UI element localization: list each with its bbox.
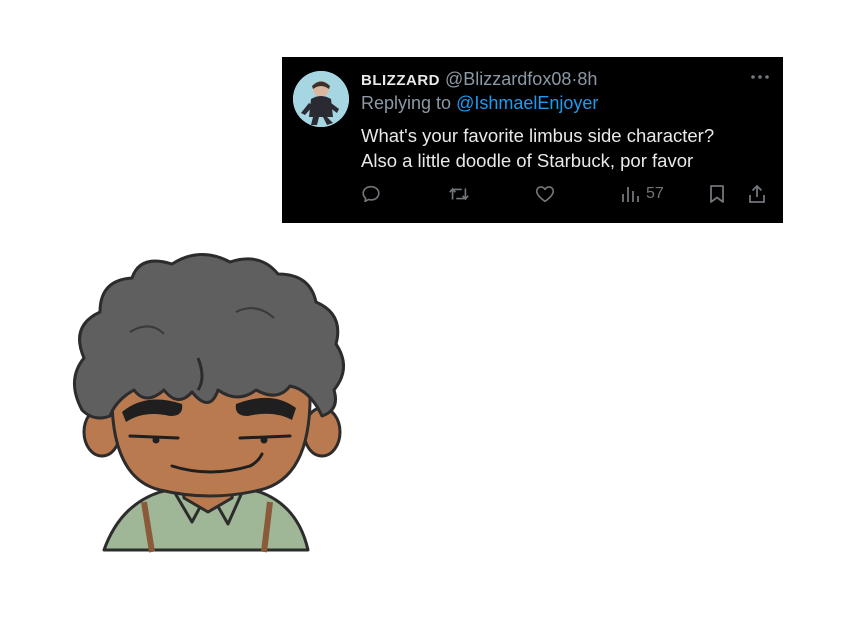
share-button[interactable] [746, 181, 768, 207]
tweet-actions: 57 [282, 181, 783, 207]
doodle-portrait-drawing [73, 252, 345, 553]
tweet-header: BLIZZARD @Blizzardfox08·8h [361, 68, 597, 92]
views-count: 57 [646, 185, 664, 202]
heart-icon [535, 186, 555, 203]
tweet-text-line-2: Also a little doodle of Starbuck, por fa… [361, 150, 694, 171]
reply-bubble-icon [362, 185, 380, 203]
replying-to-line: Replying to @IshmaelEnjoyer [361, 91, 598, 115]
retweet-button[interactable] [447, 181, 471, 207]
pupil-left [152, 436, 160, 444]
pupil-right [260, 436, 268, 444]
display-name[interactable]: BLIZZARD [361, 72, 440, 89]
reply-button[interactable] [360, 181, 382, 207]
avatar[interactable] [293, 71, 349, 127]
like-button[interactable] [534, 181, 556, 207]
views-button[interactable]: 57 [620, 181, 664, 207]
bookmark-button[interactable] [707, 181, 727, 207]
bookmark-icon [710, 185, 724, 203]
more-dots-icon[interactable] [749, 69, 771, 85]
share-upload-icon [749, 184, 765, 203]
doodle-portrait [60, 240, 360, 590]
timestamp[interactable]: 8h [577, 69, 597, 89]
views-bar-chart-icon [622, 187, 639, 202]
user-handle[interactable]: @Blizzardfox08 [445, 69, 571, 89]
tweet-text-line-1: What's your favorite limbus side charact… [361, 125, 715, 146]
tweet-text: What's your favorite limbus side charact… [361, 123, 771, 173]
retweet-icon [449, 187, 469, 201]
replying-to-mention[interactable]: @IshmaelEnjoyer [456, 93, 598, 113]
avatar-image [293, 71, 349, 127]
tweet-card[interactable]: BLIZZARD @Blizzardfox08·8h Replying to @… [282, 57, 783, 223]
replying-to-prefix: Replying to [361, 93, 452, 113]
